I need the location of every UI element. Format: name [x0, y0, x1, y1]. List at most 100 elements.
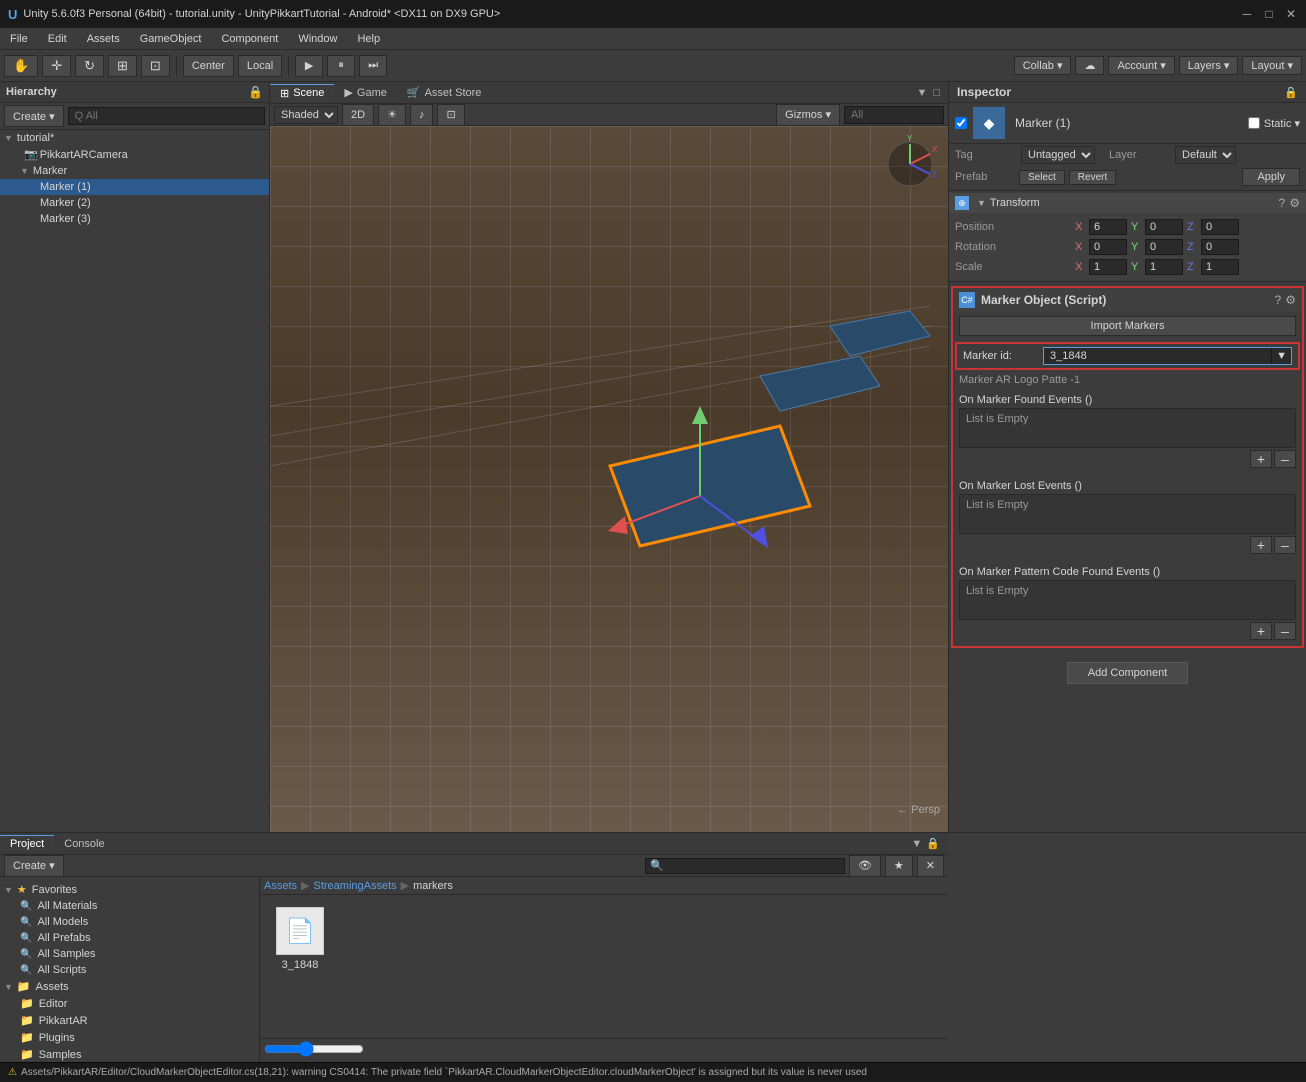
- favorites-models[interactable]: 🔍 All Models: [0, 914, 259, 930]
- scene-maximize-icon[interactable]: □: [933, 87, 940, 99]
- menu-window[interactable]: Window: [288, 31, 347, 47]
- file-item-3_1848[interactable]: 📄 3_1848: [268, 903, 332, 975]
- close-button[interactable]: ✕: [1284, 7, 1298, 21]
- on-marker-lost-add-button[interactable]: +: [1250, 536, 1272, 554]
- prefab-select-button[interactable]: Select: [1019, 170, 1065, 185]
- assets-pikkart[interactable]: 📁 PikkartAR: [0, 1012, 259, 1029]
- hierarchy-item-tutorial[interactable]: ▼ tutorial*: [0, 130, 269, 146]
- menu-file[interactable]: File: [0, 31, 38, 47]
- hierarchy-item-marker1[interactable]: Marker (1): [0, 179, 269, 195]
- import-markers-button[interactable]: Import Markers: [959, 316, 1296, 336]
- bottom-collapse-icon[interactable]: ▼: [911, 838, 922, 850]
- scale-y-input[interactable]: [1145, 259, 1183, 275]
- transform-help-icon[interactable]: ?: [1279, 196, 1286, 210]
- tab-project[interactable]: Project: [0, 835, 54, 852]
- project-search-input[interactable]: [645, 858, 845, 874]
- position-z-input[interactable]: [1201, 219, 1239, 235]
- prefab-revert-button[interactable]: Revert: [1069, 170, 1116, 185]
- hierarchy-header[interactable]: Hierarchy 🔒: [0, 82, 269, 103]
- minimize-button[interactable]: ─: [1240, 7, 1254, 21]
- scale-z-input[interactable]: [1201, 259, 1239, 275]
- scene-search-input[interactable]: [844, 106, 944, 124]
- gizmos-button[interactable]: Gizmos ▾: [776, 104, 840, 126]
- tag-dropdown[interactable]: Untagged: [1021, 146, 1095, 164]
- favorite-button[interactable]: ★: [885, 855, 913, 877]
- rect-tool-button[interactable]: ⊡: [141, 55, 170, 77]
- scene-collapse-icon[interactable]: ▼: [916, 87, 927, 99]
- favorites-prefabs[interactable]: 🔍 All Prefabs: [0, 930, 259, 946]
- shading-dropdown[interactable]: Shaded: [274, 106, 338, 124]
- rotation-z-input[interactable]: [1201, 239, 1239, 255]
- effects-button[interactable]: ⊡: [437, 104, 464, 126]
- cloud-button[interactable]: ☁: [1075, 56, 1104, 75]
- hierarchy-lock-icon[interactable]: 🔒: [248, 85, 263, 99]
- bottom-lock-icon[interactable]: 🔒: [926, 837, 940, 850]
- tab-scene[interactable]: ⊞ Scene: [270, 84, 334, 102]
- lighting-button[interactable]: ☀: [378, 104, 406, 126]
- menu-help[interactable]: Help: [347, 31, 390, 47]
- hierarchy-create-button[interactable]: Create ▾: [4, 105, 64, 127]
- maximize-button[interactable]: □: [1262, 7, 1276, 21]
- assets-editor[interactable]: 📁 Editor: [0, 995, 259, 1012]
- eye-button[interactable]: 👁: [849, 855, 881, 877]
- close-search-button[interactable]: ✕: [917, 855, 944, 877]
- audio-button[interactable]: ♪: [410, 104, 434, 126]
- inspector-active-checkbox[interactable]: [955, 117, 967, 129]
- script-gear-icon[interactable]: ⚙: [1285, 293, 1296, 307]
- center-toggle-button[interactable]: Center: [183, 55, 234, 77]
- tab-console[interactable]: Console: [54, 836, 114, 852]
- pause-button[interactable]: ⏸: [327, 55, 355, 77]
- menu-assets[interactable]: Assets: [77, 31, 130, 47]
- position-x-input[interactable]: [1089, 219, 1127, 235]
- tab-game[interactable]: ▶ Game: [334, 84, 396, 101]
- assets-samples[interactable]: 📁 Samples: [0, 1046, 259, 1062]
- transform-section-header[interactable]: ⊕ ▼ Transform ? ⚙: [949, 193, 1306, 213]
- scale-x-input[interactable]: [1089, 259, 1127, 275]
- on-marker-lost-remove-button[interactable]: –: [1274, 536, 1296, 554]
- hierarchy-item-camera[interactable]: 📷 PikkartARCamera: [0, 146, 269, 163]
- rotation-y-input[interactable]: [1145, 239, 1183, 255]
- favorites-samples[interactable]: 🔍 All Samples: [0, 946, 259, 962]
- favorites-scripts[interactable]: 🔍 All Scripts: [0, 962, 259, 978]
- breadcrumb-streaming[interactable]: StreamingAssets: [313, 880, 396, 892]
- script-help-icon[interactable]: ?: [1275, 293, 1282, 307]
- hierarchy-search-input[interactable]: [68, 107, 265, 125]
- favorites-materials[interactable]: 🔍 All Materials: [0, 898, 259, 914]
- tab-asset-store[interactable]: 🛒 Asset Store: [397, 84, 492, 101]
- on-marker-found-add-button[interactable]: +: [1250, 450, 1272, 468]
- layout-button[interactable]: Layout ▾: [1242, 56, 1302, 75]
- rotation-x-input[interactable]: [1089, 239, 1127, 255]
- add-component-button[interactable]: Add Component: [1067, 662, 1189, 684]
- collab-button[interactable]: Collab ▾: [1014, 56, 1072, 75]
- hierarchy-item-marker3[interactable]: Marker (3): [0, 211, 269, 227]
- favorites-folder[interactable]: ▼ ★ Favorites: [0, 881, 259, 898]
- on-marker-found-remove-button[interactable]: –: [1274, 450, 1296, 468]
- menu-edit[interactable]: Edit: [38, 31, 77, 47]
- account-button[interactable]: Account ▾: [1108, 56, 1174, 75]
- 2d-toggle-button[interactable]: 2D: [342, 104, 374, 126]
- inspector-lock-icon[interactable]: 🔒: [1284, 86, 1298, 99]
- position-y-input[interactable]: [1145, 219, 1183, 235]
- transform-gear-icon[interactable]: ⚙: [1289, 196, 1300, 210]
- on-marker-pattern-remove-button[interactable]: –: [1274, 622, 1296, 640]
- prefab-apply-button[interactable]: Apply: [1242, 168, 1300, 186]
- play-button[interactable]: ▶: [295, 55, 323, 77]
- layer-dropdown[interactable]: Default: [1175, 146, 1236, 164]
- hierarchy-item-marker[interactable]: ▼ Marker: [0, 163, 269, 179]
- on-marker-pattern-add-button[interactable]: +: [1250, 622, 1272, 640]
- breadcrumb-assets[interactable]: Assets: [264, 880, 297, 892]
- local-toggle-button[interactable]: Local: [238, 55, 282, 77]
- step-button[interactable]: ⏭: [359, 55, 387, 77]
- menu-gameobject[interactable]: GameObject: [130, 31, 212, 47]
- scene-view[interactable]: X Y Z ← Persp: [270, 126, 948, 832]
- hand-tool-button[interactable]: ✋: [4, 55, 38, 77]
- assets-plugins[interactable]: 📁 Plugins: [0, 1029, 259, 1046]
- assets-folder[interactable]: ▼ 📁 Assets: [0, 978, 259, 995]
- project-create-button[interactable]: Create ▾: [4, 855, 64, 877]
- menu-component[interactable]: Component: [211, 31, 288, 47]
- layers-button[interactable]: Layers ▾: [1179, 56, 1239, 75]
- hierarchy-item-marker2[interactable]: Marker (2): [0, 195, 269, 211]
- rotate-tool-button[interactable]: ↻: [75, 55, 104, 77]
- zoom-slider[interactable]: [264, 1041, 364, 1057]
- scale-tool-button[interactable]: ⊞: [108, 55, 137, 77]
